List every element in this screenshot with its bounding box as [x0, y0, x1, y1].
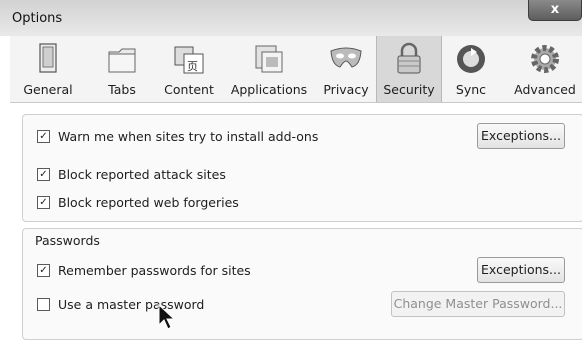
tab-security[interactable]: Security	[376, 36, 442, 102]
tab-advanced[interactable]: Advanced	[510, 36, 580, 102]
block-forgeries-row[interactable]: ✓ Block reported web forgeries	[37, 195, 239, 210]
tab-security-label: Security	[383, 82, 435, 97]
remember-passwords-label: Remember passwords for sites	[58, 263, 251, 278]
tab-applications-label: Applications	[230, 82, 308, 97]
tab-sync-label: Sync	[455, 82, 487, 97]
tab-sync[interactable]: Sync	[448, 36, 494, 102]
tab-privacy-label: Privacy	[323, 82, 369, 97]
tabs-icon	[108, 48, 136, 73]
options-window: Options x General Tabs 页 Content Applica…	[0, 0, 582, 340]
master-password-row[interactable]: Use a master password	[37, 297, 204, 312]
master-password-checkbox[interactable]	[37, 298, 50, 311]
block-forgeries-label: Block reported web forgeries	[58, 195, 239, 210]
mouse-cursor-icon	[158, 304, 176, 330]
warn-addons-row[interactable]: ✓ Warn me when sites try to install add-…	[37, 129, 318, 144]
block-forgeries-checkbox[interactable]: ✓	[37, 196, 50, 209]
advanced-gear-icon	[531, 45, 559, 73]
window-title: Options	[12, 11, 63, 26]
tab-tabs-label: Tabs	[108, 82, 136, 97]
change-master-password-button[interactable]: Change Master Password...	[391, 291, 565, 317]
warn-addons-checkbox[interactable]: ✓	[37, 130, 50, 143]
block-attack-row[interactable]: ✓ Block reported attack sites	[37, 167, 226, 182]
tab-tabs[interactable]: Tabs	[100, 36, 144, 102]
content-icon: 页	[174, 46, 204, 74]
addons-group: ✓ Warn me when sites try to install add-…	[22, 114, 582, 222]
close-button[interactable]: x	[528, 0, 582, 21]
general-icon	[39, 43, 57, 73]
tab-advanced-label: Advanced	[514, 82, 576, 97]
security-lock-icon	[397, 42, 421, 74]
privacy-mask-icon	[330, 47, 362, 68]
svg-text:页: 页	[187, 60, 198, 73]
tab-content-label: Content	[164, 82, 214, 97]
passwords-section-label: Passwords	[35, 233, 100, 248]
passwords-exceptions-button[interactable]: Exceptions...	[477, 257, 565, 283]
tab-general[interactable]: General	[20, 36, 76, 102]
title-bar: Options x	[0, 0, 582, 36]
master-password-label: Use a master password	[58, 297, 205, 312]
sync-icon	[457, 45, 485, 73]
applications-icon	[255, 45, 283, 73]
preferences-toolbar: General Tabs 页 Content Applications Priv…	[10, 36, 582, 103]
block-attack-label: Block reported attack sites	[58, 167, 226, 182]
tab-applications[interactable]: Applications	[230, 36, 308, 102]
remember-passwords-row[interactable]: ✓ Remember passwords for sites	[37, 263, 251, 278]
warn-addons-label: Warn me when sites try to install add-on…	[58, 129, 319, 144]
remember-passwords-checkbox[interactable]: ✓	[37, 264, 50, 277]
passwords-group: Passwords ✓ Remember passwords for sites…	[22, 228, 582, 340]
tab-general-label: General	[23, 82, 73, 97]
tab-privacy[interactable]: Privacy	[320, 36, 372, 102]
tab-content[interactable]: 页 Content	[160, 36, 218, 102]
block-attack-checkbox[interactable]: ✓	[37, 168, 50, 181]
addons-exceptions-button[interactable]: Exceptions...	[477, 123, 565, 149]
